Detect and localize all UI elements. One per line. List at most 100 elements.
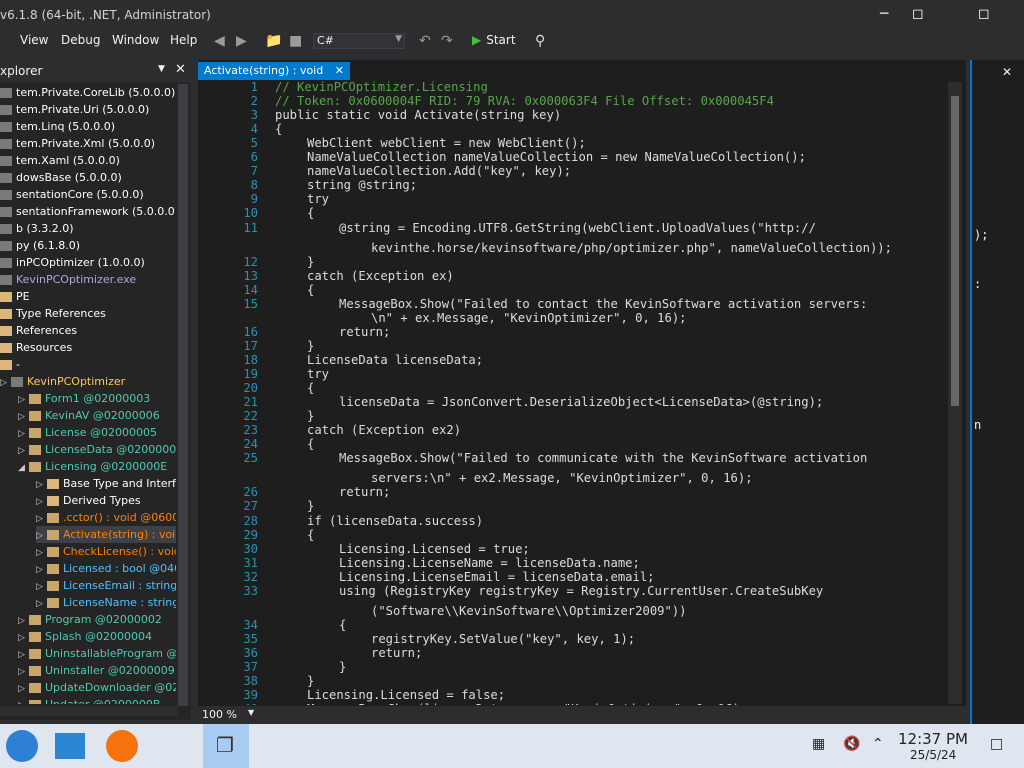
expand-icon[interactable]: ▷ — [0, 375, 9, 392]
tree-node[interactable]: ▷ KevinPCOptimizer — [0, 373, 125, 390]
tree-node[interactable]: ▷CheckLicense() : void @ — [36, 543, 176, 560]
forward-icon[interactable]: ▶ — [236, 33, 247, 49]
tree-node[interactable]: KevinPCOptimizer.exe — [0, 271, 136, 288]
chevron-up-icon[interactable]: ⌃ — [872, 736, 884, 752]
firefox-icon[interactable] — [106, 730, 138, 762]
tree-node[interactable]: tem.Linq (5.0.0.0) — [0, 118, 115, 135]
back-icon[interactable]: ◀ — [214, 33, 225, 49]
tree-node-label: Form1 @02000003 — [45, 392, 151, 405]
chevron-down-icon[interactable]: ▼ — [158, 64, 165, 74]
clock-time[interactable]: 12:37 PM — [898, 730, 968, 748]
tree-node[interactable]: ▷.cctor() : void @0600005 — [36, 509, 176, 526]
scrollbar-thumb[interactable] — [951, 96, 959, 406]
tree-node[interactable]: tem.Xaml (5.0.0.0) — [0, 152, 120, 169]
tree-node[interactable]: ▷ Derived Types — [36, 492, 141, 509]
menu-view[interactable]: View — [20, 33, 48, 47]
code-line: try — [307, 192, 330, 207]
explorer-scrollbar[interactable] — [178, 84, 188, 706]
code-line: kevinthe.horse/kevinsoftware/php/optimiz… — [371, 240, 892, 255]
line-number: 5 — [250, 136, 258, 151]
tree-node-icon — [29, 615, 41, 625]
tree-node-label: Base Type and Interface — [63, 477, 176, 490]
maximize-button[interactable]: ◻ — [912, 6, 924, 22]
file-explorer-icon[interactable] — [55, 733, 85, 759]
tree-node[interactable]: ▷ License @02000005 — [18, 424, 157, 441]
editor-scrollbar[interactable] — [948, 82, 962, 704]
tree-node[interactable]: ▷Base Type and Interface — [36, 475, 176, 492]
tree-node-icon — [29, 411, 41, 421]
tree-node[interactable]: tem.Private.Xml (5.0.0.0) — [0, 135, 155, 152]
tree-node[interactable]: py (6.1.8.0) — [0, 237, 80, 254]
tree-node[interactable]: ▷ LicenseData @02000007 — [18, 441, 176, 458]
start-button[interactable]: ▶ Start — [472, 33, 516, 47]
tree-node-label: CheckLicense() : void @ — [63, 545, 176, 558]
code-line: } — [339, 660, 347, 674]
code-line: ("Software\\KevinSoftware\\Optimizer2009… — [371, 603, 687, 618]
start-menu-icon[interactable] — [6, 730, 38, 762]
tree-node[interactable]: ▷ Program @02000002 — [18, 611, 162, 628]
tree-node[interactable]: ▷LicenseEmail : string @0 — [36, 577, 176, 594]
chevron-down-icon[interactable]: ▼ — [248, 708, 254, 717]
tree-node[interactable]: tem.Private.CoreLib (5.0.0.0) — [0, 84, 175, 101]
language-select[interactable]: C# ▼ — [313, 33, 405, 49]
tree-node[interactable]: Type References — [0, 305, 106, 322]
tree-node-label: tem.Private.CoreLib (5.0.0.0) — [16, 86, 176, 99]
close-icon[interactable]: ✕ — [1002, 65, 1012, 79]
tree-node-label: Resources — [16, 341, 73, 354]
save-icon[interactable]: ■ — [289, 33, 302, 49]
volume-muted-icon[interactable]: 🔇 — [843, 736, 860, 752]
editor-statusbar: 100 % ▼ — [198, 706, 966, 724]
tree-node[interactable]: inPCOptimizer (1.0.0.0) — [0, 254, 145, 271]
tree-node-label: References — [16, 324, 78, 337]
tree-node[interactable]: sentationFramework (5.0.0.0) — [0, 203, 176, 220]
tree-node[interactable]: ▷UninstallableProgram @0200 — [18, 645, 176, 662]
tree-node[interactable]: - — [0, 356, 20, 373]
tree-node[interactable]: ▷ Updater @0200000B — [18, 696, 160, 704]
chevron-down-icon: ▼ — [395, 34, 402, 44]
line-number: 32 — [243, 569, 258, 584]
tree-node[interactable]: b (3.3.2.0) — [0, 220, 74, 237]
search-icon[interactable]: ⚲ — [535, 33, 545, 49]
tree-node[interactable]: PE — [0, 288, 30, 305]
tree-node[interactable]: ▷Licensed : bool @040000 — [36, 560, 176, 577]
explorer-hscrollbar[interactable] — [0, 706, 178, 716]
tree-node[interactable]: ▷ KevinAV @02000006 — [18, 407, 160, 424]
tree-node[interactable]: dowsBase (5.0.0.0) — [0, 169, 122, 186]
tree-node[interactable]: ▷UpdateDownloader @02000 — [18, 679, 176, 696]
code-line: Licensing.LicenseName = licenseData.name… — [339, 555, 640, 570]
menu-help[interactable]: Help — [170, 33, 197, 47]
tree-node[interactable]: Resources — [0, 339, 72, 356]
code-line: // Token: 0x0600004F RID: 79 RVA: 0x0000… — [275, 94, 774, 109]
redo-icon[interactable]: ↷ — [441, 33, 453, 49]
zoom-level[interactable]: 100 % — [202, 708, 237, 721]
line-number: 8 — [250, 178, 258, 193]
tab-activate[interactable]: Activate(string) : void ✕ — [198, 62, 350, 80]
tree-node[interactable]: ▷ Splash @02000004 — [18, 628, 152, 645]
close-icon[interactable]: ✕ — [175, 62, 186, 77]
tree-node[interactable]: ▷ Uninstaller @02000009 — [18, 662, 175, 679]
tree-node[interactable]: sentationCore (5.0.0.0) — [0, 186, 144, 203]
tree-node[interactable]: ▷Activate(string) : void @ — [36, 526, 176, 543]
expand-icon[interactable]: ◢ — [18, 460, 27, 477]
code-view[interactable]: 1 // KevinPCOptimizer.Licensing 2 // Token:… — [198, 80, 948, 705]
clock-date[interactable]: 25/5/24 — [910, 748, 956, 762]
clipboard-icon[interactable]: ▦ — [812, 736, 825, 752]
close-icon[interactable]: ✕ — [335, 64, 344, 77]
code-line: WebClient webClient = new WebClient(); — [307, 136, 586, 151]
expand-icon[interactable]: ▷ — [18, 698, 27, 704]
open-folder-icon[interactable]: 📁 — [265, 33, 282, 49]
tree-node-label: License @02000005 — [45, 426, 157, 439]
menu-debug[interactable]: Debug — [61, 33, 100, 47]
undo-icon[interactable]: ↶ — [419, 33, 431, 49]
tree-node[interactable]: References — [0, 322, 77, 339]
minimize-button[interactable]: ─ — [880, 6, 888, 22]
tree-node[interactable]: ◢ Licensing @0200000E — [18, 458, 167, 475]
assembly-explorer: xplorer ▼ ✕ tem.Private.CoreLib (5.0.0.0… — [0, 60, 191, 720]
tree-node[interactable]: ▷LicenseName : string @0 — [36, 594, 176, 611]
tree-node[interactable]: tem.Private.Uri (5.0.0.0) — [0, 101, 149, 118]
restore-icon[interactable]: ◻ — [978, 6, 990, 22]
menu-window[interactable]: Window — [112, 33, 159, 47]
tree-node[interactable]: ▷ Form1 @02000003 — [18, 390, 150, 407]
notification-icon[interactable]: □ — [990, 736, 1003, 752]
dnspy-taskbar-button[interactable]: ❐ — [203, 724, 249, 768]
